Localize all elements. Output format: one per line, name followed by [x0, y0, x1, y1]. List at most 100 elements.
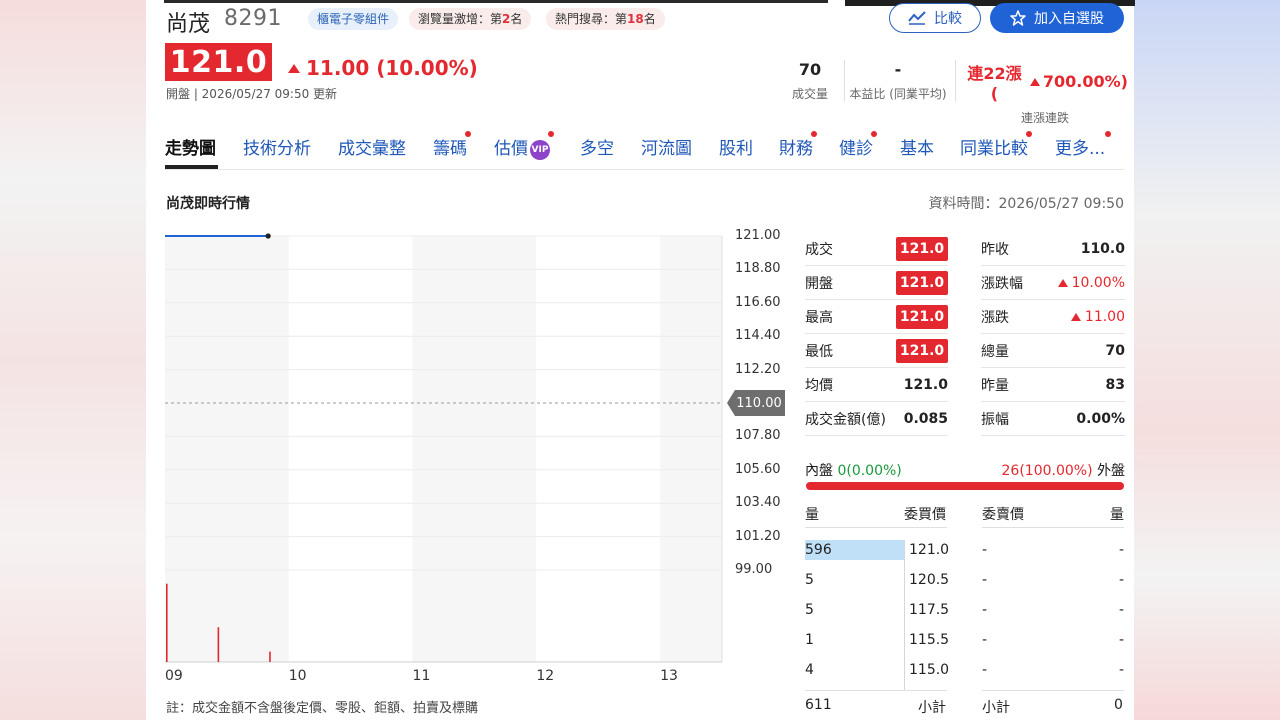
ob-bid-qty: 5: [805, 602, 814, 618]
tab-valuation[interactable]: 估價 VIP: [494, 131, 554, 160]
background-left: [0, 0, 146, 720]
quote-label: 開盤: [805, 275, 833, 292]
last-price-dot: [265, 233, 271, 239]
quote-cell: 均價 121.0: [805, 368, 948, 402]
tab-financials[interactable]: 財務: [779, 131, 817, 159]
tab-dividend[interactable]: 股利: [719, 134, 753, 159]
current-price: 121.0: [165, 43, 272, 81]
quote-label: 成交: [805, 241, 833, 258]
stock-name: 尚茂: [166, 12, 211, 37]
section-title: 尚茂即時行情: [166, 196, 250, 212]
session-status: 開盤 | 2026/05/27 09:50 更新: [166, 87, 338, 101]
notification-dot: [465, 131, 471, 137]
ob-bid-price: 115.5: [909, 632, 950, 648]
quote-cell: 振幅 0.00%: [981, 402, 1125, 436]
chart-column-band: [660, 236, 722, 662]
inner-outer-bar: [806, 482, 1124, 490]
quote-label: 昨收: [981, 241, 1009, 258]
quote-cell: 成交金額(億) 0.085: [805, 402, 948, 436]
tab-basic[interactable]: 基本: [900, 134, 934, 159]
up-arrow-icon: [1070, 312, 1081, 321]
tab-more[interactable]: 更多...: [1055, 131, 1112, 159]
quote-value: 0.085: [903, 410, 948, 427]
divider: [982, 527, 1124, 528]
quote-value-boxed: 121.0: [896, 338, 948, 363]
quote-label: 漲跌: [981, 309, 1009, 326]
quote-value-boxed: 121.0: [896, 236, 948, 261]
ob-bid-price: 121.0: [909, 542, 950, 558]
quote-cell: 漲跌幅 10.00%: [981, 266, 1125, 300]
quote-cell: 漲跌 11.00: [981, 300, 1125, 334]
ob-bid-qty: 5: [805, 572, 814, 588]
tab-river-chart[interactable]: 河流圖: [641, 134, 692, 159]
add-watchlist-button[interactable]: 加入自選股: [990, 3, 1124, 33]
price-change: 11.00 (10.00%): [288, 56, 478, 80]
ob-ask-price: -: [982, 572, 988, 588]
ask-subtotal-label: 小計: [982, 700, 1010, 716]
ob-ask-qty: -: [1119, 662, 1125, 678]
quote-cell: 昨收 110.0: [981, 232, 1125, 266]
data-timestamp: 資料時間：2026/05/27 09:50: [928, 196, 1125, 212]
quote-cell: 最低 121.0: [805, 334, 948, 368]
compare-button[interactable]: 比較: [889, 3, 981, 33]
y-tick-label: 121.00: [735, 228, 781, 243]
x-tick-label: 09: [165, 668, 183, 684]
y-tick-label: 105.60: [735, 461, 781, 477]
tab-trade-summary[interactable]: 成交彙整: [338, 134, 406, 159]
volume-bar: [269, 651, 271, 662]
quote-row: 成交 121.0 昨收 110.0: [805, 232, 1125, 266]
background-right: [1134, 0, 1280, 720]
bid-total: 611: [805, 697, 832, 713]
tab-peer-compare[interactable]: 同業比較: [960, 131, 1032, 159]
compare-icon: [908, 11, 926, 25]
ob-bid-qty: 1: [805, 632, 814, 648]
quote-row: 開盤 121.0 漲跌幅 10.00%: [805, 266, 1125, 300]
intraday-chart[interactable]: 121.00 118.80 116.60 114.40 112.20 107.80 105.…: [165, 228, 790, 690]
y-tick-label: 101.20: [735, 528, 781, 544]
notification-dot: [1026, 131, 1032, 137]
ob-bid-price: 115.0: [909, 662, 950, 678]
summary-streak: 連22漲 (700.00%) 連漲連跌: [967, 64, 1128, 125]
tab-chips[interactable]: 籌碼: [433, 131, 471, 159]
notification-dot: [811, 131, 817, 137]
ob-ask-qty: -: [1119, 632, 1125, 648]
vip-badge: VIP: [530, 140, 550, 160]
quote-label: 最低: [805, 343, 833, 360]
quote-value: 121.0: [903, 376, 948, 393]
ob-bid-price: 120.5: [909, 572, 950, 588]
chart-column-band: [536, 236, 661, 662]
prev-close-flag: 110.00: [727, 390, 785, 416]
tab-trend[interactable]: 走勢圖: [165, 134, 216, 159]
x-tick-label: 13: [660, 668, 678, 684]
divider: [844, 60, 845, 102]
stock-code: 8291: [224, 6, 282, 31]
quote-value: 83: [1105, 376, 1125, 393]
y-tick-label: 112.20: [735, 361, 781, 377]
ob-ask-price: -: [982, 542, 988, 558]
up-arrow-icon: [288, 63, 300, 73]
quote-label: 振幅: [981, 411, 1009, 428]
quote-value-up: 10.00%: [1057, 275, 1125, 291]
views-surge-tag[interactable]: 瀏覽量激增：第2名: [409, 8, 532, 30]
footnote: 註：成交金額不含盤後定價、零股、鉅額、拍賣及標購: [166, 701, 479, 716]
bid-subtotal-label: 小計: [918, 700, 946, 716]
quote-cell: 最高 121.0: [805, 300, 948, 334]
tab-long-short[interactable]: 多空: [580, 134, 614, 159]
top-banner-edge: [164, 0, 828, 3]
tab-health-check[interactable]: 健診: [839, 131, 877, 159]
hot-search-tag[interactable]: 熱門搜尋：第18名: [546, 8, 665, 30]
star-icon: [1010, 10, 1026, 26]
industry-tag[interactable]: 櫃電子零組件: [308, 8, 399, 30]
ob-header-qty: 量: [805, 507, 819, 523]
tab-technical[interactable]: 技術分析: [243, 134, 311, 159]
quote-row: 最高 121.0 漲跌 11.00: [805, 300, 1125, 334]
ask-total: 0: [1114, 697, 1123, 713]
chart-column-band: [412, 236, 537, 662]
quote-cell: 總量 70: [981, 334, 1125, 368]
quote-value: 110.0: [1080, 240, 1125, 257]
ob-ask-qty: -: [1119, 542, 1125, 558]
quote-value: 0.00%: [1076, 410, 1125, 427]
quote-cell: 開盤 121.0: [805, 266, 948, 300]
y-tick-label: 107.80: [735, 428, 781, 444]
x-tick-label: 10: [288, 668, 307, 684]
